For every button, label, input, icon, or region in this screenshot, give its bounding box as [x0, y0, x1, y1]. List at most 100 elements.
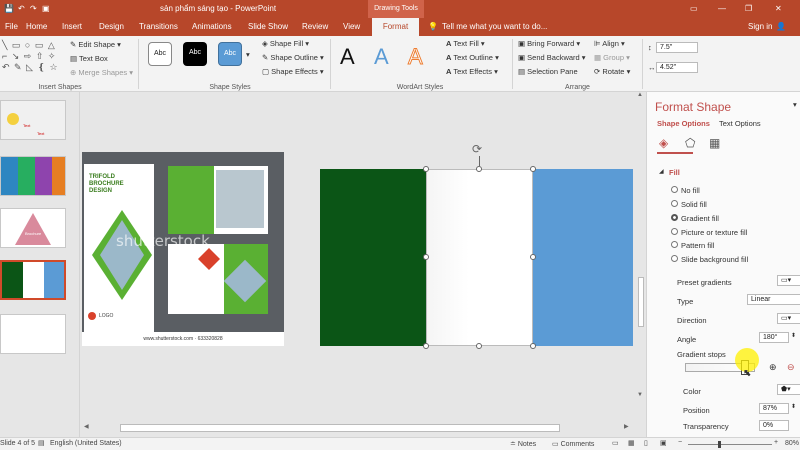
scroll-up-icon[interactable]: ▲ [637, 92, 643, 98]
blue-rectangle[interactable] [533, 169, 633, 346]
tab-design[interactable]: Design [99, 22, 124, 31]
text-options-tab[interactable]: Text Options [719, 119, 761, 128]
selection-pane-button[interactable]: ▤ Selection Pane [518, 67, 578, 76]
wordart-blue[interactable]: A [374, 44, 389, 70]
scroll-thumb[interactable] [120, 424, 560, 432]
resize-handle[interactable] [423, 254, 429, 260]
tab-slide-show[interactable]: Slide Show [248, 22, 288, 31]
horizontal-scrollbar[interactable]: ◀ ▶ [80, 422, 636, 434]
scroll-thumb[interactable] [638, 277, 644, 327]
radio-solid-fill[interactable] [671, 200, 678, 207]
tab-view[interactable]: View [343, 22, 360, 31]
zoom-slider[interactable] [688, 444, 772, 445]
close-icon[interactable]: ✕ [775, 4, 782, 13]
radio-pattern-fill[interactable] [671, 241, 678, 248]
notes-button[interactable]: ≐ Notes [510, 440, 536, 448]
restore-icon[interactable]: ❐ [745, 4, 752, 13]
sign-in-link[interactable]: Sign in [748, 22, 772, 31]
tab-insert[interactable]: Insert [62, 22, 82, 31]
tell-me-box[interactable]: Tell me what you want to do... [442, 22, 547, 31]
language-indicator[interactable]: English (United States) [50, 440, 122, 447]
text-fill-button[interactable]: A Text Fill ▾ [446, 39, 485, 48]
scroll-right-icon[interactable]: ▶ [624, 423, 629, 430]
position-input[interactable]: 87% [759, 403, 789, 414]
fill-section-header[interactable]: Fill [669, 168, 680, 177]
solid-fill-label[interactable]: Solid fill [681, 200, 707, 209]
merge-shapes-button[interactable]: ⊕ Merge Shapes ▾ [70, 68, 133, 77]
shape-style-white[interactable]: Abc [148, 42, 172, 66]
radio-slide-background-fill[interactable] [671, 255, 678, 262]
slide-thumbnail-2[interactable] [0, 156, 66, 196]
shape-options-tab[interactable]: Shape Options [657, 119, 710, 128]
resize-handle[interactable] [476, 166, 482, 172]
color-picker-button[interactable]: ⬟▾ [777, 384, 800, 395]
minimize-icon[interactable]: — [718, 4, 726, 13]
resize-handle[interactable] [476, 343, 482, 349]
direction-dropdown[interactable]: ▭▾ [777, 313, 800, 324]
shapes-gallery[interactable]: ╲ ▭ ○ ▭ △ ⌐ ↘ ⇨ ⇧ ✧ ↶ ✎ ◺ ❴ ☆ [2, 40, 64, 76]
undo-icon[interactable]: ↶ [18, 4, 25, 13]
group-button[interactable]: ▦ Group ▾ [594, 53, 630, 62]
share-button[interactable]: 👤 [776, 22, 786, 31]
angle-spinner-icon[interactable]: ⬍ [791, 332, 796, 339]
send-backward-button[interactable]: ▣ Send Backward ▾ [518, 53, 586, 62]
shape-height-input[interactable]: 7.5" [656, 42, 698, 53]
text-box-button[interactable]: ▤ Text Box [70, 54, 108, 63]
text-effects-button[interactable]: A Text Effects ▾ [446, 67, 498, 76]
position-spinner-icon[interactable]: ⬍ [791, 403, 796, 410]
scroll-left-icon[interactable]: ◀ [84, 423, 89, 430]
resize-handle[interactable] [423, 343, 429, 349]
effects-icon[interactable]: ⬠ [685, 136, 695, 150]
text-outline-button[interactable]: A Text Outline ▾ [446, 53, 499, 62]
resize-handle[interactable] [423, 166, 429, 172]
pattern-fill-label[interactable]: Pattern fill [681, 241, 714, 250]
pane-options-icon[interactable]: ▾ [793, 100, 797, 109]
green-rectangle[interactable] [320, 169, 426, 346]
vertical-scrollbar[interactable]: ▲ ▼ [636, 92, 646, 422]
preset-gradients-dropdown[interactable]: ▭▾ [777, 275, 800, 286]
wordart-black[interactable]: A [340, 44, 355, 70]
slide-thumbnail-4[interactable] [0, 260, 66, 300]
wordart-orange-outline[interactable]: A [408, 44, 424, 70]
no-fill-label[interactable]: No fill [681, 186, 700, 195]
angle-input[interactable]: 180° [759, 332, 789, 343]
save-icon[interactable]: 💾 [4, 4, 14, 13]
transparency-input[interactable]: 0% [759, 420, 789, 431]
spellcheck-icon[interactable]: ▤ [38, 439, 45, 447]
reading-view-icon[interactable]: ▯ [644, 439, 648, 447]
zoom-slider-thumb[interactable] [718, 441, 721, 448]
rotate-handle-icon[interactable]: ⟳ [472, 142, 482, 156]
normal-view-icon[interactable]: ▭ [612, 439, 619, 447]
resize-handle[interactable] [530, 343, 536, 349]
bring-forward-button[interactable]: ▣ Bring Forward ▾ [518, 39, 580, 48]
gradient-fill-label[interactable]: Gradient fill [681, 214, 719, 223]
radio-picture-fill[interactable] [671, 228, 678, 235]
shape-style-black[interactable]: Abc [183, 42, 207, 66]
tab-file[interactable]: File [5, 22, 18, 31]
brochure-image[interactable]: TRIFOLD BROCHURE DESIGN LOGO shutterstock … [82, 152, 284, 346]
shape-effects-button[interactable]: ▢ Shape Effects ▾ [262, 67, 324, 76]
tab-format[interactable]: Format [372, 18, 419, 36]
tab-animations[interactable]: Animations [192, 22, 232, 31]
slide-thumbnail-3[interactable]: Brochure [0, 208, 66, 248]
shape-styles-more-icon[interactable]: ▾ [246, 50, 250, 59]
slide-canvas[interactable]: TRIFOLD BROCHURE DESIGN LOGO shutterstock … [80, 92, 636, 422]
fill-collapse-icon[interactable]: ◢ [659, 168, 664, 175]
type-dropdown[interactable]: Linear [747, 294, 800, 305]
start-slideshow-icon[interactable]: ▣ [42, 4, 50, 13]
shape-style-blue[interactable]: Abc [218, 42, 242, 66]
shape-fill-button[interactable]: ◈ Shape Fill ▾ [262, 39, 309, 48]
comments-button[interactable]: ▭ Comments [552, 440, 594, 448]
resize-handle[interactable] [530, 166, 536, 172]
align-button[interactable]: ⊫ Align ▾ [594, 39, 625, 48]
size-properties-icon[interactable]: ▦ [709, 136, 720, 150]
tab-home[interactable]: Home [26, 22, 47, 31]
radio-no-fill[interactable] [671, 186, 678, 193]
scroll-down-icon[interactable]: ▼ [637, 392, 643, 398]
shape-width-input[interactable]: 4.52" [656, 62, 698, 73]
fill-line-icon[interactable]: ◈ [659, 136, 668, 150]
shape-outline-button[interactable]: ✎ Shape Outline ▾ [262, 53, 324, 62]
slide-thumbnail-5[interactable] [0, 314, 66, 354]
slide-sorter-icon[interactable]: ▦ [628, 439, 635, 447]
slideshow-view-icon[interactable]: ▣ [660, 439, 667, 447]
